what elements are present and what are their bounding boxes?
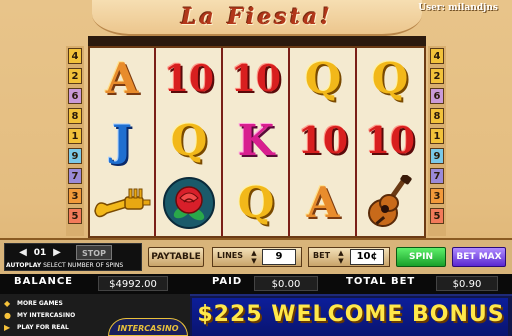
autoplay-increase-icon[interactable]: ▶	[52, 247, 62, 259]
payline-number[interactable]: 1	[430, 128, 444, 144]
balance-label: BALANCE	[14, 276, 74, 287]
reel-symbol	[358, 172, 422, 234]
payline-number[interactable]: 7	[430, 168, 444, 184]
bet-max-button[interactable]: BET MAX	[452, 247, 506, 267]
guitar-icon	[368, 175, 412, 227]
menu-item-label: PLAY FOR REAL	[17, 323, 69, 331]
payline-number[interactable]: 9	[68, 148, 82, 164]
symbol-q: Q	[304, 54, 342, 103]
bet-value: 10¢	[350, 249, 384, 265]
spin-button[interactable]: SPIN	[396, 247, 446, 267]
slot-machine: La Fiesta! User: milandjns 4 2 6 8 1 9 7…	[0, 0, 512, 336]
total-bet-label: TOTAL BET	[346, 276, 416, 287]
bet-stepper-icon[interactable]: ▲ ▼	[336, 249, 346, 265]
paid-value: $0.00	[254, 276, 318, 291]
reel-symbol	[157, 172, 221, 234]
autoplay-label-rest: SELECT NUMBER OF SPINS	[43, 262, 124, 269]
stop-button[interactable]: STOP	[76, 245, 112, 260]
symbol-q: Q	[237, 178, 275, 227]
reel-symbol: A	[291, 172, 355, 234]
autoplay-decrease-icon[interactable]: ◀	[18, 247, 28, 259]
payline-number[interactable]: 5	[68, 208, 82, 224]
lines-stepper-icon[interactable]: ▲ ▼	[249, 249, 259, 265]
symbol-q: Q	[170, 116, 208, 165]
promo-text[interactable]: $225 WELCOME BONUS	[196, 302, 506, 327]
reel-top-band	[88, 36, 426, 46]
payline-number[interactable]: 7	[68, 168, 82, 184]
trumpet-icon	[94, 188, 151, 218]
reel-symbol: 10	[291, 110, 355, 172]
total-bet-value: $0.90	[436, 276, 498, 291]
reel-symbol: 10	[157, 48, 221, 110]
payline-number[interactable]: 1	[68, 128, 82, 144]
lines-value: 9	[262, 249, 296, 265]
payline-number[interactable]: 8	[68, 108, 82, 124]
user-icon: ●	[4, 310, 11, 320]
payline-number[interactable]: 8	[430, 108, 444, 124]
menu-item-play-for-real[interactable]: ▶ PLAY FOR REAL	[4, 321, 69, 333]
payline-number[interactable]: 4	[68, 48, 82, 64]
autoplay-label: AUTOPLAY SELECT NUMBER OF SPINS	[6, 262, 123, 269]
menu-item-label: MORE GAMES	[17, 299, 63, 307]
symbol-10: 10	[364, 120, 416, 162]
diamond-icon: ◆	[4, 298, 11, 308]
symbol-10: 10	[297, 120, 349, 162]
paid-label: PAID	[212, 276, 243, 287]
symbol-a: A	[306, 178, 340, 227]
intercasino-logo-text: INTERCASINO	[117, 324, 179, 333]
reel-symbol: K	[224, 110, 288, 172]
reel-window: A J 10 Q 10 K Q Q 10 A Q 10	[88, 46, 426, 238]
menu-item-more-games[interactable]: ◆ MORE GAMES	[4, 297, 63, 309]
symbol-j: J	[112, 116, 132, 165]
reel-5: Q 10	[358, 48, 424, 236]
rose-icon	[163, 177, 215, 229]
reel-4: Q 10 A	[291, 48, 357, 236]
balance-value: $4992.00	[98, 276, 168, 291]
reel-symbol	[90, 172, 154, 234]
symbol-q: Q	[371, 54, 409, 103]
payline-number[interactable]: 2	[68, 68, 82, 84]
payline-numbers-left: 4 2 6 8 1 9 7 3 5	[66, 46, 84, 236]
reel-symbol: Q	[224, 172, 288, 234]
reel-1: A J	[90, 48, 156, 236]
symbol-10: 10	[163, 58, 215, 100]
payline-number[interactable]: 6	[68, 88, 82, 104]
reel-symbol: Q	[358, 48, 422, 110]
menu-item-my-intercasino[interactable]: ● MY INTERCASINO	[4, 309, 75, 321]
reel-2: 10 Q	[157, 48, 223, 236]
payline-numbers-right: 4 2 6 8 1 9 7 3 5	[428, 46, 446, 236]
payline-number[interactable]: 3	[68, 188, 82, 204]
symbol-a: A	[105, 54, 139, 103]
game-title: La Fiesta!	[181, 4, 333, 30]
payline-number[interactable]: 5	[430, 208, 444, 224]
payline-number[interactable]: 3	[430, 188, 444, 204]
payline-number[interactable]: 4	[430, 48, 444, 64]
autoplay-label-bold: AUTOPLAY	[6, 262, 42, 269]
autoplay-spin-count: 01	[33, 248, 47, 258]
play-icon: ▶	[4, 322, 11, 332]
bet-label: BET	[313, 251, 331, 260]
user-label: User: milandjns	[418, 3, 498, 13]
menu-item-label: MY INTERCASINO	[17, 311, 76, 319]
paytable-button[interactable]: PAYTABLE	[148, 247, 204, 267]
payline-number[interactable]: 6	[430, 88, 444, 104]
symbol-k: K	[237, 116, 275, 165]
payline-number[interactable]: 9	[430, 148, 444, 164]
payline-number[interactable]: 2	[430, 68, 444, 84]
lines-label: LINES	[217, 251, 243, 260]
reel-3: 10 K Q	[224, 48, 290, 236]
reel-symbol: J	[90, 110, 154, 172]
reel-symbol: Q	[291, 48, 355, 110]
reel-symbol: Q	[157, 110, 221, 172]
symbol-10: 10	[230, 58, 282, 100]
reel-symbol: 10	[358, 110, 422, 172]
reel-symbol: A	[90, 48, 154, 110]
reel-symbol: 10	[224, 48, 288, 110]
